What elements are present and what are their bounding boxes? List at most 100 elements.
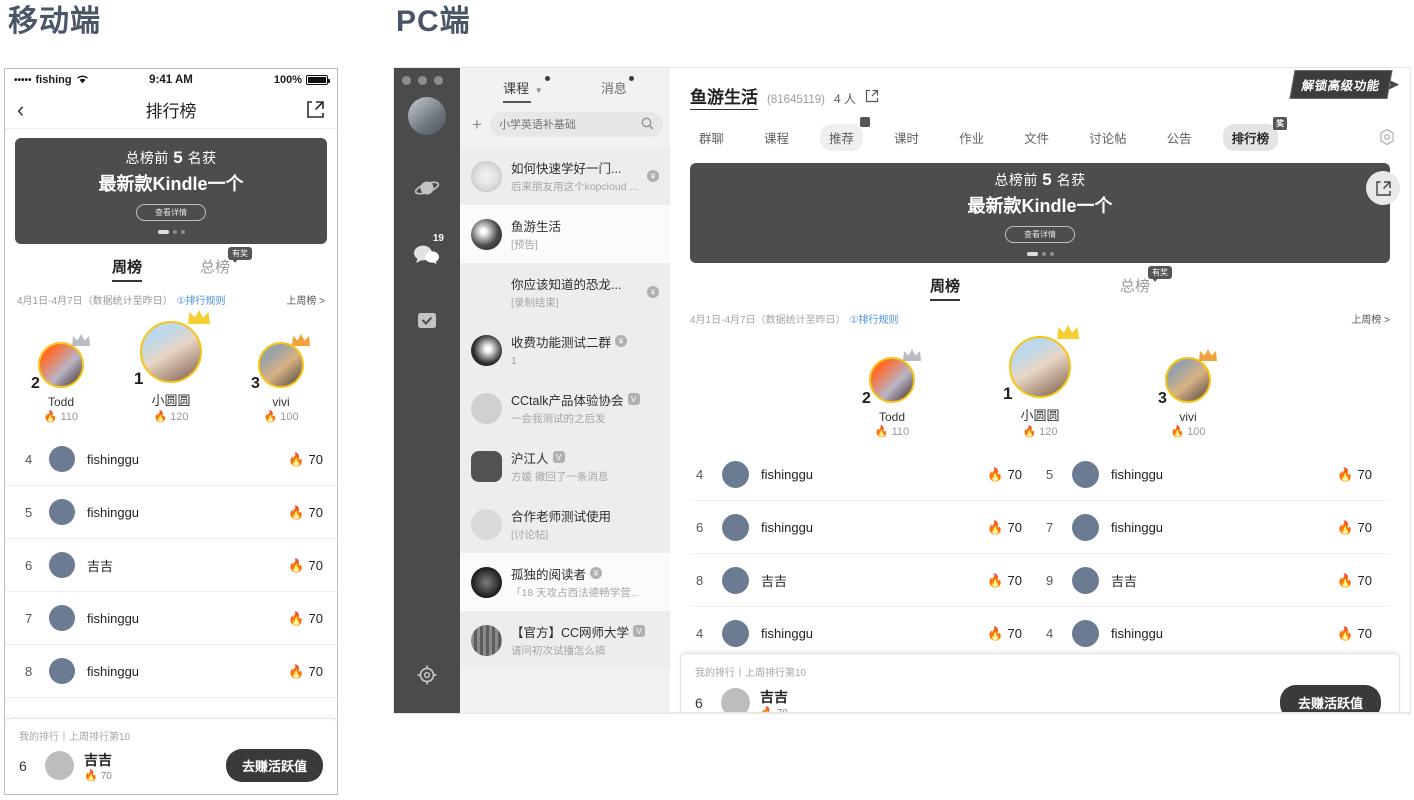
unlock-premium-banner[interactable]: 解锁高级功能 ➤ bbox=[1289, 70, 1400, 99]
tab-group-chat[interactable]: 群聊 bbox=[690, 124, 733, 151]
gear-icon[interactable] bbox=[416, 664, 438, 691]
mobile-podium: 2 Todd 🔥 110 1 小圆圆 🔥 120 3 vivi 🔥 100 bbox=[5, 310, 337, 423]
rank-score: 🔥 70 bbox=[987, 467, 1022, 482]
search-box[interactable] bbox=[489, 112, 663, 137]
list-item[interactable]: 【官方】CC网师大学 V 请问初次试播怎么搞 bbox=[460, 611, 670, 669]
window-traffic-lights[interactable] bbox=[402, 76, 443, 85]
podium-score-value-2: 110 bbox=[60, 411, 79, 423]
list-item[interactable]: 孤独的阅读者 ¥ 「18 天攻占西法德畅学营... bbox=[460, 553, 670, 611]
tab-files[interactable]: 文件 bbox=[1015, 124, 1058, 151]
checkbox-icon[interactable] bbox=[410, 303, 444, 337]
avatar[interactable] bbox=[408, 97, 446, 135]
rank-rule-link[interactable]: ①排行规则 bbox=[850, 311, 899, 326]
table-row[interactable]: 4 fishinggu 🔥 70 bbox=[690, 448, 1040, 501]
podium-name-2: Todd bbox=[47, 395, 75, 409]
chevron-down-icon[interactable]: ▼ bbox=[535, 86, 543, 95]
table-row[interactable]: 8 fishinggu 🔥 70 bbox=[5, 645, 337, 698]
courses-unread-dot bbox=[544, 76, 550, 81]
avatar bbox=[1072, 619, 1099, 647]
status-bar-left: ••••• fishing bbox=[14, 74, 149, 87]
podium-item-1[interactable]: 1 小圆圆 🔥 120 bbox=[127, 310, 215, 423]
tab-announcement[interactable]: 公告 bbox=[1158, 124, 1201, 151]
avatar bbox=[471, 508, 502, 540]
share-icon[interactable] bbox=[1366, 171, 1400, 205]
tab-overall[interactable]: 总榜 有奖 bbox=[200, 247, 253, 282]
pc-promo-banner[interactable]: 总榜前 5 名获 最新款Kindle一个 查看详情 bbox=[690, 163, 1400, 263]
settings-icon[interactable] bbox=[1378, 128, 1396, 146]
table-row[interactable]: 6 fishinggu 🔥 70 bbox=[690, 501, 1040, 554]
planet-icon[interactable] bbox=[410, 171, 444, 205]
list-item[interactable]: CCtalk产品体验协会 V 一会我测试的之后发 bbox=[460, 379, 670, 437]
crown-icon-silver bbox=[901, 347, 923, 367]
table-row[interactable]: 5 fishinggu 🔥 70 bbox=[5, 486, 337, 539]
sidebar-tab-messages-label: 消息 bbox=[600, 81, 627, 96]
table-row[interactable]: 7 fishinggu 🔥 70 bbox=[1040, 501, 1390, 554]
verified-badge-icon: V bbox=[633, 625, 646, 637]
banner-detail-button[interactable]: 查看详情 bbox=[136, 204, 206, 221]
earn-points-button[interactable]: 去赚活跃值 bbox=[225, 749, 323, 782]
last-week-link[interactable]: 上周榜 > bbox=[286, 292, 325, 307]
list-item-text: 如何快速学好一门... 后来朋友用这个kopcloud ... bbox=[511, 158, 638, 195]
pc-app-window: 19 课程 ▼ 消息 + 小学英语补基础 如何快速学好一门... 后来朋友用这个… bbox=[394, 68, 1410, 713]
tab-course[interactable]: 课程 bbox=[755, 124, 798, 151]
my-rank-body: 6 吉吉 🔥 70 去赚活跃值 bbox=[19, 749, 323, 782]
tab-weekly[interactable]: 周榜 bbox=[111, 256, 143, 282]
rank-number: 9 bbox=[1046, 572, 1054, 588]
list-item-title-text: 沪江人 bbox=[511, 451, 549, 466]
mobile-promo-banner[interactable]: 总榜前 5 名获 最新款Kindle一个 查看详情 bbox=[15, 138, 327, 244]
sidebar-tab-messages[interactable]: 消息 bbox=[600, 76, 634, 103]
tab-leaderboard-label: 排行榜 bbox=[1231, 132, 1270, 146]
sidebar-tab-courses-label: 课程 bbox=[503, 81, 530, 96]
table-row[interactable]: 4 fishinggu 🔥 70 bbox=[5, 433, 337, 486]
avatar bbox=[49, 446, 75, 472]
podium-item-1[interactable]: 1 小圆圆 🔥 120 bbox=[996, 325, 1084, 438]
rank-number: 7 bbox=[1046, 519, 1054, 535]
table-row[interactable]: 7 fishinggu 🔥 70 bbox=[5, 592, 337, 645]
flame-icon: 🔥 bbox=[1337, 466, 1354, 482]
list-item[interactable]: 合作老师测试使用 [讨论帖] bbox=[460, 495, 670, 553]
list-item[interactable]: 鱼游生活 [预告] bbox=[460, 205, 670, 263]
podium-item-2[interactable]: 2 Todd 🔥 110 bbox=[848, 349, 936, 438]
table-row[interactable]: 6 吉吉 🔥 70 bbox=[5, 539, 337, 592]
search-icon[interactable] bbox=[641, 117, 654, 133]
avatar bbox=[471, 218, 502, 250]
paid-badge-icon: ¥ bbox=[590, 567, 603, 579]
tab-recommend[interactable]: 推荐 bbox=[820, 117, 871, 151]
back-icon[interactable]: ‹ bbox=[17, 98, 51, 121]
table-row[interactable]: 5 fishinggu 🔥 70 bbox=[1040, 448, 1390, 501]
banner-detail-button[interactable]: 查看详情 bbox=[1005, 226, 1075, 243]
tab-overall-badge: 有奖 bbox=[228, 247, 253, 263]
tab-overall[interactable]: 总榜 有奖 bbox=[1120, 266, 1173, 301]
add-button[interactable]: + bbox=[472, 113, 482, 137]
rank-user-name: fishinggu bbox=[1111, 466, 1164, 482]
chat-icon[interactable]: 19 bbox=[410, 233, 446, 271]
sidebar-tab-courses[interactable]: 课程 ▼ bbox=[503, 76, 550, 103]
list-item[interactable]: 如何快速学好一门... 后来朋友用这个kopcloud ... ¥ bbox=[460, 147, 670, 205]
share-icon[interactable] bbox=[865, 89, 879, 103]
avatar bbox=[45, 751, 74, 780]
tab-discussion[interactable]: 讨论帖 bbox=[1080, 124, 1136, 151]
pc-icon-rail: 19 bbox=[394, 68, 460, 713]
list-item[interactable]: 收费功能测试二群 ¥ 1 bbox=[460, 321, 670, 379]
podium-rank-2: 2 bbox=[862, 390, 871, 407]
avatar bbox=[471, 276, 502, 308]
tab-weekly[interactable]: 周榜 bbox=[929, 275, 961, 301]
list-item[interactable]: 沪江人 V 方媛 撤回了一条消息 bbox=[460, 437, 670, 495]
table-row[interactable]: 9 吉吉 🔥 70 bbox=[1040, 554, 1390, 607]
podium-item-2[interactable]: 2 Todd 🔥 110 bbox=[17, 334, 105, 423]
tab-homework[interactable]: 作业 bbox=[950, 124, 993, 151]
tab-lesson[interactable]: 课时 bbox=[885, 124, 928, 151]
earn-points-button[interactable]: 去赚活跃值 bbox=[1279, 685, 1381, 713]
podium-item-3[interactable]: 3 vivi 🔥 100 bbox=[237, 334, 325, 423]
list-item[interactable]: 你应该知道的恐龙... [录制结束] ¥ bbox=[460, 263, 670, 321]
wifi-icon bbox=[76, 74, 89, 87]
podium-item-3[interactable]: 3 vivi 🔥 100 bbox=[1144, 349, 1232, 438]
table-row[interactable]: 8 吉吉 🔥 70 bbox=[690, 554, 1040, 607]
list-item-text: 收费功能测试二群 ¥ 1 bbox=[511, 332, 659, 369]
list-item-subtitle: 请问初次试播怎么搞 bbox=[511, 644, 606, 657]
share-icon[interactable] bbox=[291, 100, 325, 119]
rank-rule-link[interactable]: ①排行规则 bbox=[177, 292, 226, 307]
search-input[interactable] bbox=[498, 118, 641, 131]
last-week-link[interactable]: 上周榜 > bbox=[1351, 311, 1390, 326]
tab-leaderboard[interactable]: 排行榜 奖 bbox=[1222, 117, 1288, 151]
